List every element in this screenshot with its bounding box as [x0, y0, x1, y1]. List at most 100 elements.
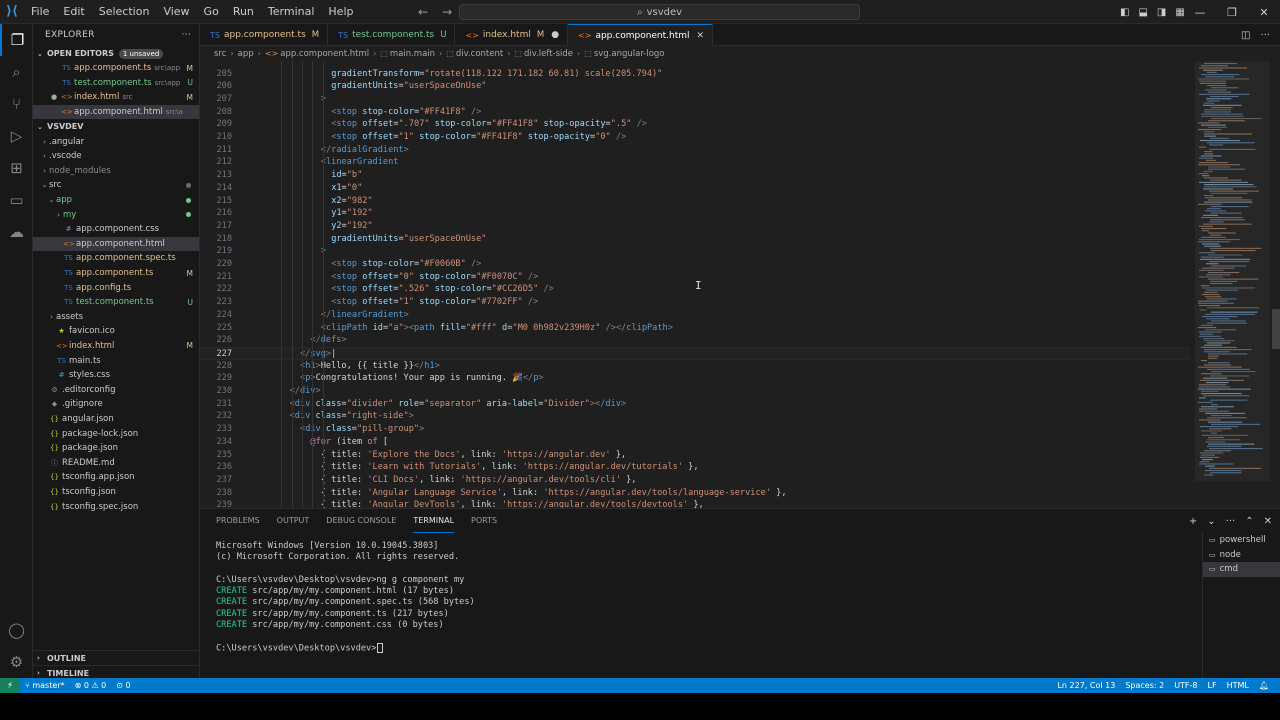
workspace-root-header[interactable]: ⌄ VSVDEV	[33, 119, 199, 134]
breadcrumb-item[interactable]: app.component.html	[280, 49, 369, 59]
toggle-primary-sidebar-icon[interactable]: ◧	[1120, 7, 1129, 18]
language-mode[interactable]: HTML	[1222, 681, 1254, 690]
file-item[interactable]: TS main.ts	[33, 353, 199, 368]
open-editor-item[interactable]: <>app.component.htmlsrc\app	[33, 104, 199, 120]
minimap-slider[interactable]	[1195, 61, 1270, 481]
file-item[interactable]: ⓘ README.md	[33, 455, 199, 470]
remote-explorer-icon[interactable]: ▭	[0, 184, 33, 216]
menu-go[interactable]: Go	[197, 0, 226, 24]
ports-indicator[interactable]: ⊙ 0	[111, 681, 135, 690]
docker-icon[interactable]: ☁	[0, 216, 33, 248]
folder-item[interactable]: › assets	[33, 310, 199, 325]
remote-indicator-icon[interactable]: ⚡	[0, 678, 20, 693]
tab-output[interactable]: OUTPUT	[277, 509, 310, 533]
split-editor-icon[interactable]: ◫	[1241, 30, 1250, 41]
more-actions-icon[interactable]: ···	[1260, 30, 1270, 41]
open-editor-item[interactable]: TS app.component.ts src\app M	[33, 61, 199, 76]
tab-debug-console[interactable]: DEBUG CONSOLE	[326, 509, 396, 533]
open-editor-item[interactable]: ● <> index.html src M	[33, 90, 199, 105]
breadcrumb-item[interactable]: app	[238, 49, 254, 59]
file-item[interactable]: ⚙ .editorconfig	[33, 382, 199, 397]
open-editors-section-header[interactable]: ⌄ OPEN EDITORS 1 unsaved	[33, 46, 199, 61]
file-item[interactable]: # styles.css	[33, 368, 199, 383]
toggle-secondary-sidebar-icon[interactable]: ◨	[1157, 7, 1166, 18]
file-item[interactable]: {} tsconfig.app.json	[33, 470, 199, 485]
cursor-position[interactable]: Ln 227, Col 13	[1052, 681, 1120, 690]
explorer-icon[interactable]: ❐	[0, 24, 33, 56]
encoding[interactable]: UTF-8	[1169, 681, 1202, 690]
tab-terminal[interactable]: TERMINAL	[413, 509, 455, 533]
toggle-panel-icon[interactable]: ⬓	[1138, 7, 1147, 18]
breadcrumb-item[interactable]: src	[214, 49, 226, 59]
accounts-icon[interactable]: ◯	[0, 614, 33, 646]
file-item[interactable]: {} tsconfig.json	[33, 485, 199, 500]
folder-item[interactable]: › .vscode	[33, 149, 199, 164]
file-item[interactable]: ★ favicon.ico	[33, 324, 199, 339]
editor-scrollbar-thumb[interactable]	[1272, 309, 1280, 349]
manage-gear-icon[interactable]: ⚙	[0, 646, 33, 678]
folder-item[interactable]: ⌄ src	[33, 178, 199, 193]
search-icon[interactable]: ⌕	[0, 56, 33, 88]
file-item[interactable]: <> index.html M	[33, 339, 199, 354]
close-window-button[interactable]: ✕	[1248, 0, 1280, 24]
tab-ports[interactable]: PORTS	[471, 509, 497, 533]
tab-problems[interactable]: PROBLEMS	[216, 509, 260, 533]
minimap[interactable]	[1195, 61, 1270, 508]
run-debug-icon[interactable]: ▷	[0, 120, 33, 152]
more-actions-icon[interactable]: ···	[182, 30, 191, 40]
file-item[interactable]: ◆ .gitignore	[33, 397, 199, 412]
branch-indicator[interactable]: ⑂ master*	[20, 681, 70, 690]
file-item[interactable]: {} angular.json	[33, 412, 199, 427]
menu-view[interactable]: View	[156, 0, 196, 24]
terminal-instance-node[interactable]: ▭ node	[1203, 548, 1280, 563]
terminal-instance-cmd[interactable]: ▭ cmd	[1203, 562, 1280, 577]
notifications-bell-icon[interactable]: 🔔︎	[1254, 681, 1274, 690]
forward-arrow-icon[interactable]: →	[442, 5, 452, 19]
close-panel-icon[interactable]: ✕	[1264, 516, 1272, 527]
unsaved-dot-icon[interactable]: ●	[47, 93, 61, 101]
menu-run[interactable]: Run	[226, 0, 261, 24]
more-actions-icon[interactable]: ···	[1226, 516, 1236, 527]
outline-section-header[interactable]: › OUTLINE	[33, 650, 199, 665]
timeline-section-header[interactable]: › TIMELINE	[33, 665, 199, 678]
file-item[interactable]: <> app.component.html	[33, 236, 199, 252]
command-center-search[interactable]: ⌕ vsvdev	[459, 4, 860, 20]
terminal-instance-powershell[interactable]: ▭ powershell	[1203, 533, 1280, 548]
file-item[interactable]: {} package.json	[33, 441, 199, 456]
end-of-line[interactable]: LF	[1203, 681, 1222, 690]
minimize-button[interactable]: —	[1184, 0, 1216, 24]
file-item[interactable]: # app.component.css	[33, 222, 199, 237]
tab-app-component-ts[interactable]: TS app.component.ts M	[200, 24, 329, 46]
folder-item[interactable]: ⌄ app	[33, 193, 199, 208]
chevron-down-icon[interactable]: ⌄	[1207, 516, 1215, 527]
menu-file[interactable]: File	[24, 0, 56, 24]
source-control-icon[interactable]: ⑂	[0, 88, 33, 120]
menu-edit[interactable]: Edit	[56, 0, 91, 24]
back-arrow-icon[interactable]: ←	[418, 5, 428, 19]
breadcrumb-item[interactable]: div.content	[456, 49, 503, 59]
open-editor-item[interactable]: TS test.component.ts src\app U	[33, 76, 199, 91]
folder-item[interactable]: › node_modules	[33, 164, 199, 179]
close-tab-icon[interactable]: ✕	[697, 31, 705, 41]
unsaved-dot-icon[interactable]: ●	[551, 30, 559, 40]
maximize-panel-icon[interactable]: ⌃	[1245, 516, 1253, 527]
tab-app-component-html[interactable]: <> app.component.html ✕	[568, 24, 714, 46]
folder-item[interactable]: › .angular	[33, 134, 199, 149]
file-item[interactable]: TS test.component.ts U	[33, 295, 199, 310]
file-item[interactable]: {} tsconfig.spec.json	[33, 499, 199, 514]
menu-help[interactable]: Help	[321, 0, 360, 24]
file-item[interactable]: TS app.component.ts M	[33, 266, 199, 281]
terminal-output[interactable]: Microsoft Windows [Version 10.0.19045.38…	[216, 541, 1186, 654]
tab-test-component-ts[interactable]: TS test.component.ts U	[328, 24, 456, 46]
file-item[interactable]: TS app.component.spec.ts	[33, 251, 199, 266]
code-editor[interactable]: 205 gradientTransform="rotate(118.122 171…	[200, 61, 1280, 508]
file-item[interactable]: {} package-lock.json	[33, 426, 199, 441]
breadcrumb-item[interactable]: div.left-side	[524, 49, 573, 59]
file-item[interactable]: TS app.config.ts	[33, 280, 199, 295]
menu-selection[interactable]: Selection	[92, 0, 157, 24]
new-terminal-icon[interactable]: +	[1189, 516, 1197, 527]
problems-indicator[interactable]: ⊗ 0 ⚠ 0	[70, 681, 112, 690]
indentation[interactable]: Spaces: 2	[1120, 681, 1169, 690]
extensions-icon[interactable]: ⊞	[0, 152, 33, 184]
folder-item[interactable]: › my	[33, 207, 199, 222]
